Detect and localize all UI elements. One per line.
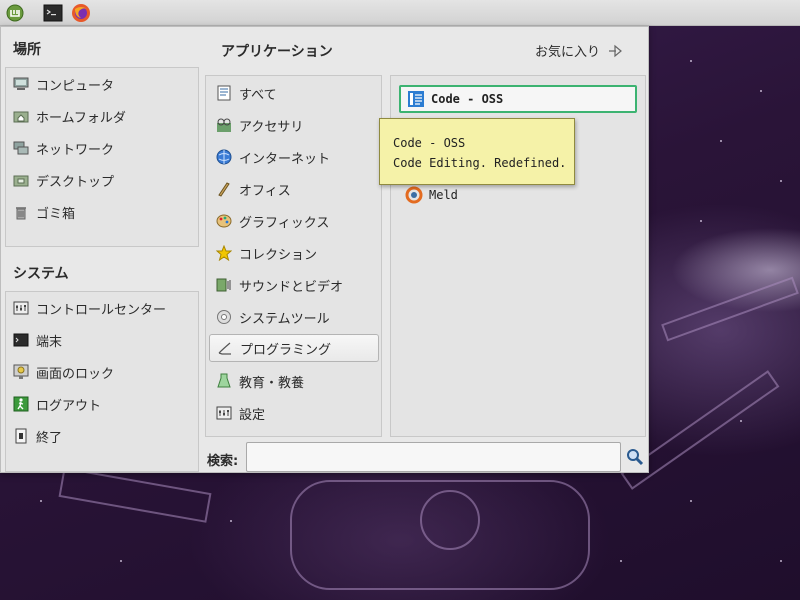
firefox-launcher[interactable] [70, 2, 92, 24]
tooltip-description: Code Editing. Redefined. [393, 156, 567, 170]
category-label: コレクション [239, 247, 318, 263]
places-item-home[interactable]: ホームフォルダ [12, 103, 126, 129]
places-item-computer[interactable]: コンピュータ [12, 71, 114, 97]
category-accessories[interactable]: アクセサリ [209, 111, 379, 139]
places-item-network[interactable]: ネットワーク [12, 135, 114, 161]
category-sound-video[interactable]: サウンドとビデオ [209, 271, 379, 299]
places-item-desktop[interactable]: デスクトップ [12, 167, 114, 193]
places-item-label: ゴミ箱 [36, 206, 76, 222]
education-icon [215, 372, 233, 390]
application-menu: 場所 コンピュータ ホームフォルダ ネットワーク デスクトップ ゴミ箱 システム… [0, 26, 649, 473]
favorites-button[interactable]: お気に入り [535, 41, 624, 60]
programming-icon [216, 339, 234, 357]
category-all[interactable]: すべて [209, 79, 379, 107]
places-item-label: デスクトップ [36, 174, 115, 190]
firefox-icon [72, 3, 90, 22]
places-item-label: ホームフォルダ [36, 110, 126, 126]
category-label: システムツール [239, 311, 330, 327]
graphics-icon [215, 212, 233, 230]
system-title: システム [13, 266, 69, 282]
category-label: 教育・教養 [239, 375, 305, 391]
category-settings[interactable]: 設定 [209, 399, 379, 427]
control-center-icon [12, 299, 30, 317]
office-icon [215, 180, 233, 198]
system-item-terminal[interactable]: 端末 [12, 327, 62, 353]
places-item-trash[interactable]: ゴミ箱 [12, 199, 75, 225]
app-tooltip: Code - OSS Code Editing. Redefined. [379, 118, 575, 185]
places-title: 場所 [13, 42, 41, 58]
category-label: オフィス [239, 183, 291, 199]
top-panel [0, 0, 800, 26]
internet-globe-icon [215, 148, 233, 166]
app-item-meld[interactable]: Meld [399, 181, 637, 209]
search-label: 検索: [207, 454, 239, 469]
categories-panel: すべて アクセサリ インターネット オフィス グラフィックス コレクション サウ… [205, 75, 382, 437]
category-collection[interactable]: コレクション [209, 239, 379, 267]
sound-video-icon [215, 276, 233, 294]
favorites-label: お気に入り [534, 45, 600, 60]
arrow-right-icon [606, 42, 624, 60]
terminal-launcher[interactable] [42, 2, 64, 24]
system-item-label: 終了 [36, 430, 63, 446]
category-label: アクセサリ [239, 119, 304, 135]
mint-menu-button[interactable] [4, 2, 26, 24]
shutdown-icon [12, 427, 30, 445]
system-item-control-center[interactable]: コントロールセンター [12, 295, 166, 321]
category-graphics[interactable]: グラフィックス [209, 207, 379, 235]
system-item-label: 端末 [36, 334, 63, 350]
category-label: グラフィックス [239, 215, 330, 231]
search-button[interactable] [626, 448, 644, 466]
system-tools-icon [215, 308, 233, 326]
system-item-label: コントロールセンター [36, 302, 167, 318]
home-folder-icon [12, 107, 30, 125]
system-item-label: 画面のロック [36, 366, 115, 382]
category-education[interactable]: 教育・教養 [209, 367, 379, 395]
terminal-icon [12, 331, 30, 349]
settings-icon [215, 404, 233, 422]
category-label: すべて [239, 87, 277, 103]
places-item-label: ネットワーク [36, 142, 115, 158]
system-item-shutdown[interactable]: 終了 [12, 423, 62, 449]
app-item-label: Code - OSS [431, 92, 504, 106]
category-label: 設定 [239, 407, 266, 423]
category-programming[interactable]: プログラミング [209, 334, 379, 362]
accessories-icon [215, 116, 233, 134]
search-icon [627, 449, 644, 466]
search-input[interactable] [246, 442, 621, 472]
app-item-code-oss[interactable]: Code - OSS [399, 85, 637, 113]
lock-screen-icon [12, 363, 30, 381]
all-apps-icon [215, 84, 233, 102]
category-label: インターネット [239, 151, 331, 167]
logout-icon [12, 395, 30, 413]
category-label: プログラミング [240, 342, 332, 358]
category-office[interactable]: オフィス [209, 175, 379, 203]
app-item-label: Meld [429, 188, 458, 202]
places-panel: コンピュータ ホームフォルダ ネットワーク デスクトップ ゴミ箱 [5, 67, 199, 247]
meld-icon [405, 186, 423, 204]
category-internet[interactable]: インターネット [209, 143, 379, 171]
system-panel: コントロールセンター 端末 画面のロック ログアウト 終了 [5, 291, 199, 472]
system-item-lock-screen[interactable]: 画面のロック [12, 359, 114, 385]
tooltip-title: Code - OSS [393, 136, 466, 150]
category-system-tools[interactable]: システムツール [209, 303, 379, 331]
desktop-folder-icon [12, 171, 30, 189]
computer-icon [12, 75, 30, 93]
mint-menu-icon [6, 4, 24, 21]
places-item-label: コンピュータ [36, 78, 115, 94]
system-item-logout[interactable]: ログアウト [12, 391, 101, 417]
applications-title: アプリケーション [221, 44, 333, 60]
system-item-label: ログアウト [36, 398, 102, 414]
star-icon [215, 244, 233, 262]
network-icon [12, 139, 30, 157]
trash-icon [12, 203, 30, 221]
vscode-icon [407, 90, 425, 108]
category-label: サウンドとビデオ [239, 279, 344, 295]
terminal-icon [43, 4, 63, 21]
